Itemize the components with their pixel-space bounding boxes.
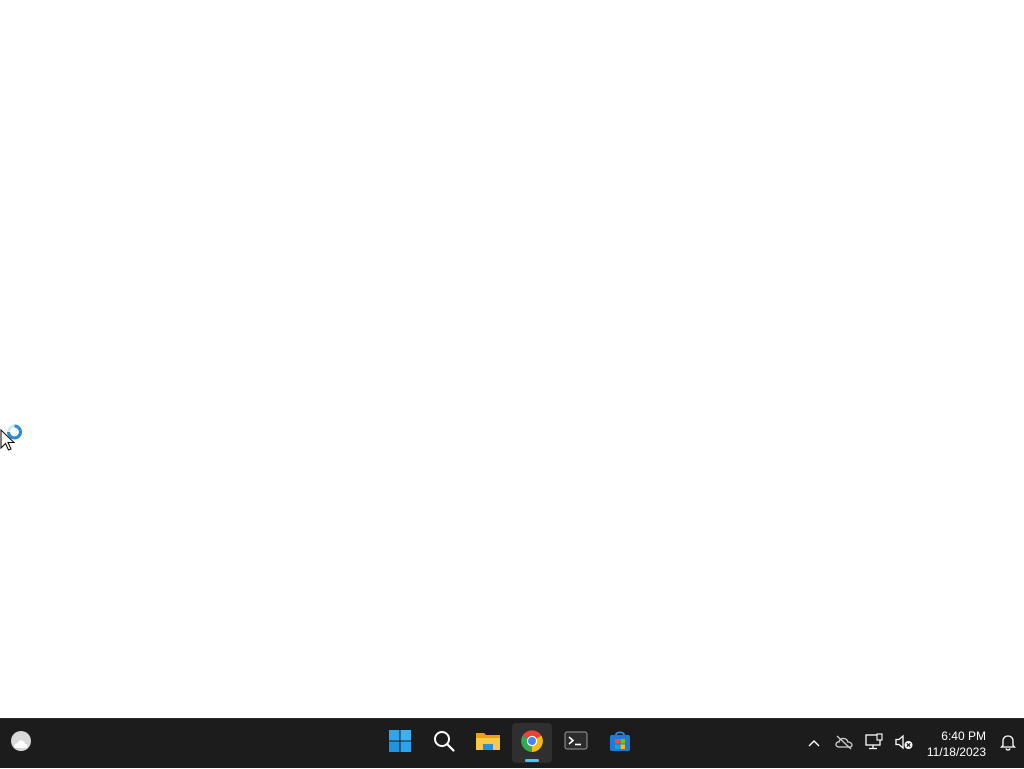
chrome-icon — [520, 729, 544, 758]
chrome-button[interactable] — [512, 723, 552, 763]
microsoft-store-icon — [608, 729, 632, 758]
notifications-button[interactable] — [992, 726, 1024, 762]
widgets-button[interactable] — [6, 728, 38, 760]
chevron-up-icon — [807, 735, 821, 753]
onedrive-button[interactable] — [829, 726, 859, 762]
show-hidden-icons-button[interactable] — [799, 726, 829, 762]
network-icon — [864, 732, 884, 756]
volume-button[interactable] — [889, 726, 919, 762]
desktop[interactable] — [0, 0, 1024, 718]
microsoft-store-button[interactable] — [600, 723, 640, 763]
file-explorer-button[interactable] — [468, 723, 508, 763]
terminal-button[interactable] — [556, 723, 596, 763]
weather-cloud-icon — [9, 729, 35, 760]
search-button[interactable] — [424, 723, 464, 763]
clock[interactable]: 6:40 PM 11/18/2023 — [919, 724, 992, 764]
active-app-indicator — [525, 759, 539, 762]
start-button[interactable] — [380, 723, 420, 763]
volume-muted-icon — [894, 733, 914, 756]
busy-cursor-icon — [0, 424, 26, 452]
windows-start-icon — [388, 729, 412, 758]
system-tray: 6:40 PM 11/18/2023 — [799, 719, 1024, 769]
clock-date: 11/18/2023 — [926, 745, 986, 759]
terminal-icon — [564, 730, 588, 757]
bell-icon — [999, 733, 1017, 756]
clock-time: 6:40 PM — [941, 729, 986, 743]
taskbar: 6:40 PM 11/18/2023 — [0, 718, 1024, 768]
onedrive-offline-icon — [834, 734, 854, 755]
taskbar-apps — [380, 723, 640, 765]
file-explorer-icon — [475, 729, 501, 758]
network-button[interactable] — [859, 726, 889, 762]
search-icon — [432, 729, 456, 758]
